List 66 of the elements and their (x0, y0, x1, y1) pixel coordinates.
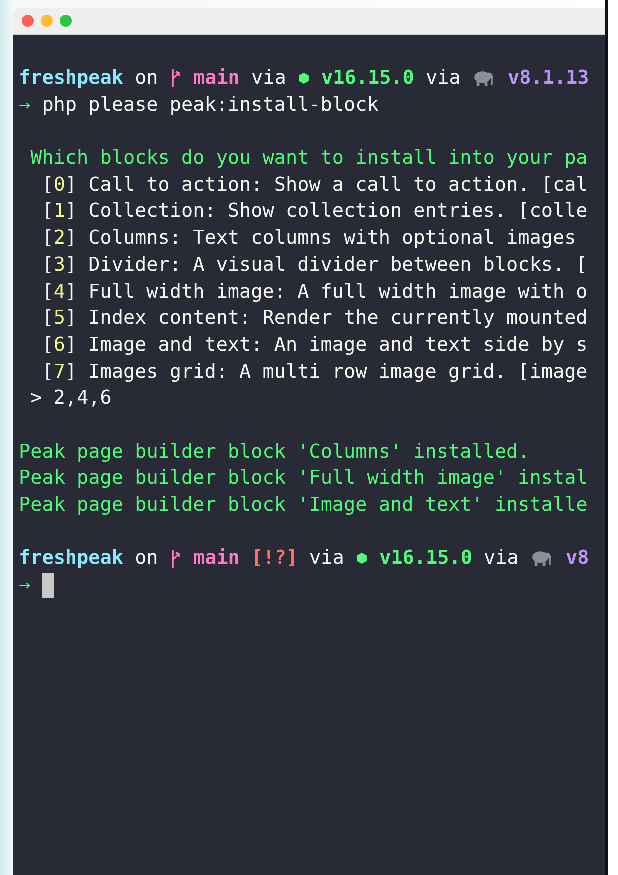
bracket: ] (65, 332, 78, 358)
branch-name: main (193, 65, 240, 91)
result-message: Peak page builder block 'Columns' installed. (19, 438, 530, 465)
branch-icon (170, 68, 181, 88)
php-version: v8.1.13 (508, 65, 590, 91)
node-version: v16.15.0 (380, 545, 472, 572)
close-button[interactable] (22, 15, 34, 27)
elephant-icon (474, 70, 494, 86)
directory-name: freshpeak (19, 545, 124, 572)
option-text: Images grid: A multi row image grid. [image (88, 358, 588, 385)
option-index: 0 (54, 172, 66, 198)
minimize-button[interactable] (41, 15, 53, 27)
prompt-word: on (135, 65, 158, 91)
bracket: [ (42, 198, 54, 224)
bracket: [ (42, 252, 54, 278)
option-index: 3 (54, 252, 66, 278)
option-text: Call to action: Show a call to action. [cal (88, 172, 588, 198)
branch-icon (170, 548, 181, 569)
option-text: Divider: A visual divider between blocks. [ (88, 252, 588, 278)
bracket: [ (42, 172, 54, 198)
prompt-word: via (484, 545, 519, 572)
hexagon-icon (356, 553, 367, 564)
php-version: v8 (566, 545, 590, 572)
option-text: Full width image: A full width image with o (88, 278, 588, 304)
result-message: Peak page builder block 'Full width image' instal (19, 465, 588, 492)
bracket: [ (42, 225, 54, 252)
directory-name: freshpeak (19, 65, 124, 91)
result-message: Peak page builder block 'Image and text' installe (19, 492, 588, 518)
option-index: 1 (54, 198, 66, 224)
bracket: [ (42, 358, 54, 385)
bracket: ] (65, 198, 78, 224)
option-index: 6 (54, 332, 66, 358)
bracket: [ (42, 278, 54, 304)
branch-name: main (193, 545, 240, 572)
zoom-button[interactable] (60, 15, 72, 27)
command-text: php please peak:install-block (42, 92, 379, 118)
answer-marker: > (30, 385, 42, 412)
option-index: 5 (54, 305, 66, 332)
option-index: 4 (54, 278, 66, 304)
bracket: ] (65, 225, 78, 252)
option-text: Image and text: An image and text side by s (88, 332, 588, 358)
prompt-word: via (252, 65, 286, 91)
bracket: ] (65, 358, 78, 385)
option-index: 7 (54, 358, 66, 385)
answer-text: 2,4,6 (54, 385, 112, 412)
option-text: Collection: Show collection entries. [colle (88, 198, 588, 224)
option-index: 2 (54, 225, 66, 252)
bracket: [ (42, 332, 54, 358)
prompt-word: via (310, 545, 344, 572)
question-text: Which blocks do you want to install into your pa (30, 145, 588, 172)
prompt-arrow: → (19, 92, 31, 118)
prompt-arrow: → (19, 572, 31, 598)
prompt-word: on (135, 545, 158, 572)
bracket: ] (65, 305, 78, 332)
hexagon-icon (298, 72, 309, 84)
git-status: [!?] (252, 545, 298, 572)
prompt-word: via (426, 65, 461, 91)
bracket: ] (65, 278, 78, 304)
bracket: ] (65, 252, 78, 278)
option-text: Index content: Render the currently mounted (88, 305, 588, 332)
elephant-icon (532, 551, 552, 566)
node-version: v16.15.0 (322, 65, 414, 91)
option-text: Columns: Text columns with optional images (88, 225, 576, 252)
bracket: ] (65, 172, 78, 198)
bracket: [ (42, 305, 54, 332)
cursor (42, 572, 54, 598)
